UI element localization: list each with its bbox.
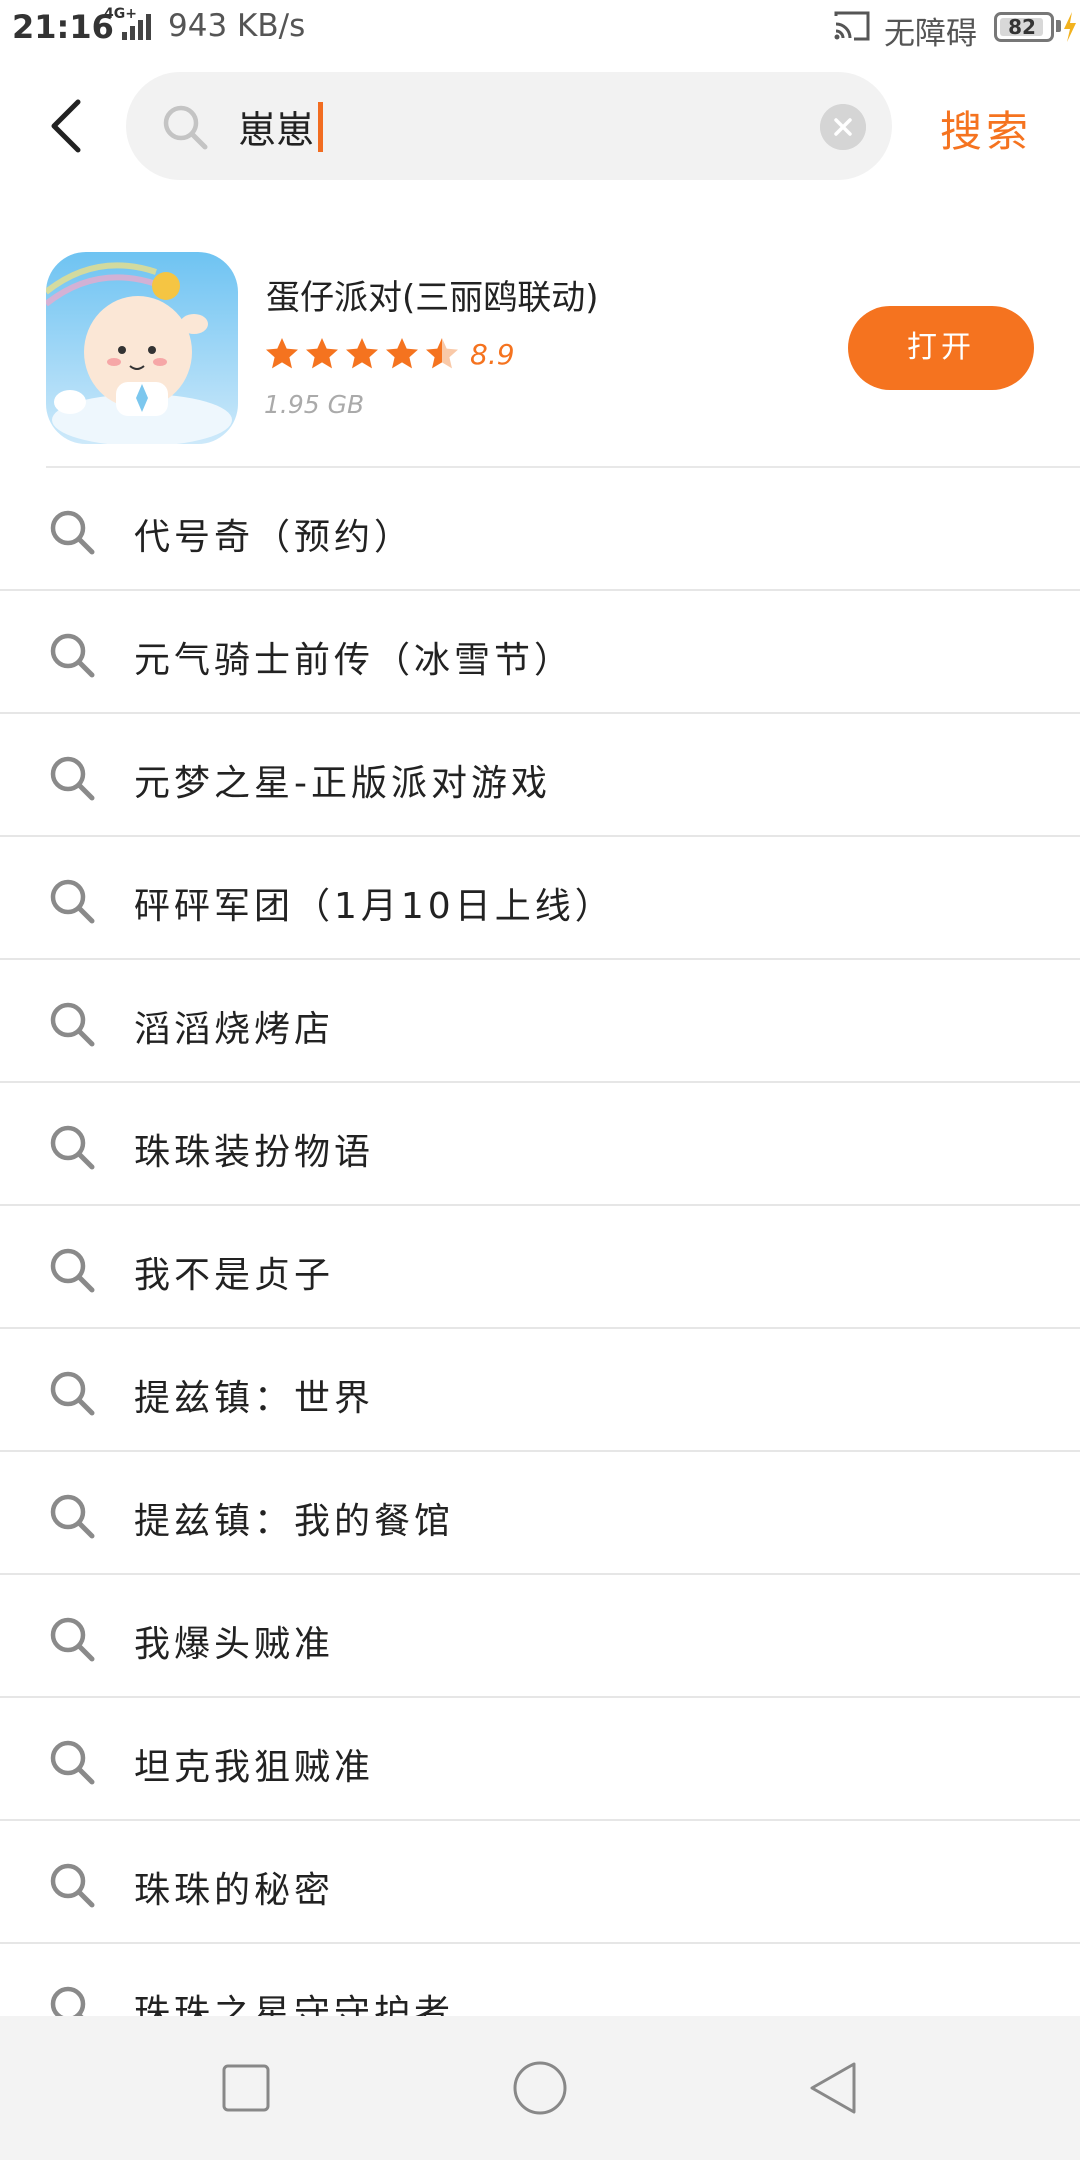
suggestion-label: 坦克我狙贼准 xyxy=(134,1747,375,1788)
search-icon xyxy=(50,1740,95,1785)
suggestion-label: 珠珠之星守守护者 xyxy=(134,1993,455,2016)
search-icon xyxy=(50,879,95,924)
star-icon xyxy=(346,338,378,369)
suggestion-label: 提兹镇：世界 xyxy=(134,1378,375,1419)
suggestion-item[interactable]: 滔滔烧烤店 xyxy=(0,960,1080,1083)
suggestion-item[interactable]: 砰砰军团（1月10日上线） xyxy=(0,837,1080,960)
suggestion-item[interactable]: 提兹镇：世界 xyxy=(0,1329,1080,1452)
star-icon xyxy=(386,338,418,369)
status-bar: 21:16 4G+ 943 KB/s 无障碍 82 xyxy=(0,0,1080,56)
search-icon xyxy=(50,1371,95,1416)
search-icon xyxy=(50,1986,86,2016)
suggestion-item[interactable]: 代号奇（预约） xyxy=(0,468,1080,591)
cast-icon xyxy=(834,11,870,41)
battery-tip xyxy=(1056,20,1061,32)
battery-level: 82 xyxy=(1008,15,1036,39)
suggestion-item[interactable]: 我不是贞子 xyxy=(0,1206,1080,1329)
suggestion-label: 元气骑士前传（冰雪节） xyxy=(134,640,575,681)
battery-icon: 82 xyxy=(994,12,1054,42)
search-box[interactable] xyxy=(126,72,892,180)
charging-icon xyxy=(1064,12,1076,42)
suggestion-item[interactable]: 珠珠装扮物语 xyxy=(0,1083,1080,1206)
search-icon xyxy=(50,1617,95,1662)
back-nav-button[interactable] xyxy=(802,2056,866,2120)
suggestion-item[interactable]: 坦克我狙贼准 xyxy=(0,1698,1080,1821)
search-icon xyxy=(50,1002,95,1047)
app-rating: 8.9 xyxy=(264,334,515,374)
recents-button[interactable] xyxy=(214,2056,278,2120)
suggestion-list: 代号奇（预约） 元气骑士前传（冰雪节） 元梦之星-正版派对游戏砰砰军团（1月10日上… xyxy=(0,468,1080,2016)
rating-score: 8.9 xyxy=(470,337,515,371)
signal-icon xyxy=(122,14,151,40)
suggestion-item[interactable]: 珠珠之星守守护者 xyxy=(0,1944,1080,2016)
suggestion-item[interactable]: 元气骑士前传（冰雪节） xyxy=(0,591,1080,714)
text-caret xyxy=(318,102,323,152)
star-icon xyxy=(306,338,338,369)
app-icon xyxy=(46,252,238,444)
clear-search-button[interactable] xyxy=(820,104,866,150)
app-name: 蛋仔派对(三丽鸥联动) xyxy=(266,278,599,318)
suggestion-label: 我爆头贼准 xyxy=(134,1624,335,1665)
suggestion-label: 元梦之星-正版派对游戏 xyxy=(134,763,551,804)
suggestion-item[interactable]: 珠珠的秘密 xyxy=(0,1821,1080,1944)
suggestion-label: 代号奇（预约） xyxy=(134,517,415,558)
accessibility-label: 无障碍 xyxy=(884,16,977,52)
search-icon xyxy=(50,1863,95,1908)
suggestion-label: 滔滔烧烤店 xyxy=(134,1009,335,1050)
home-button[interactable] xyxy=(508,2056,572,2120)
network-speed: 943 KB/s xyxy=(168,8,306,44)
rating-stars xyxy=(264,336,464,372)
search-icon xyxy=(163,105,208,150)
navigation-bar xyxy=(0,2016,1080,2160)
search-icon xyxy=(50,1125,95,1170)
suggestion-label: 我不是贞子 xyxy=(134,1255,335,1296)
suggestion-label: 珠珠装扮物语 xyxy=(134,1132,375,1173)
app-size: 1.95 GB xyxy=(264,390,365,419)
suggestion-item[interactable]: 元梦之星-正版派对游戏 xyxy=(0,714,1080,837)
search-icon xyxy=(50,633,95,678)
status-time: 21:16 xyxy=(12,8,114,46)
search-icon xyxy=(50,510,95,555)
app-result-card[interactable]: 蛋仔派对(三丽鸥联动) 8.9 1.95 GB 打开 xyxy=(0,240,1080,468)
open-app-button[interactable]: 打开 xyxy=(848,306,1034,390)
suggestion-label: 砰砰军团（1月10日上线） xyxy=(134,886,615,927)
back-button[interactable] xyxy=(40,96,100,156)
search-icon xyxy=(50,1248,95,1293)
star-icon xyxy=(426,338,458,369)
suggestion-item[interactable]: 提兹镇：我的餐馆 xyxy=(0,1452,1080,1575)
suggestion-label: 提兹镇：我的餐馆 xyxy=(134,1501,455,1542)
suggestion-label: 珠珠的秘密 xyxy=(134,1870,335,1911)
search-icon xyxy=(50,1494,95,1539)
suggestion-item[interactable]: 我爆头贼准 xyxy=(0,1575,1080,1698)
search-submit-button[interactable]: 搜索 xyxy=(940,98,1032,159)
search-icon xyxy=(50,756,95,801)
star-icon xyxy=(266,338,298,369)
